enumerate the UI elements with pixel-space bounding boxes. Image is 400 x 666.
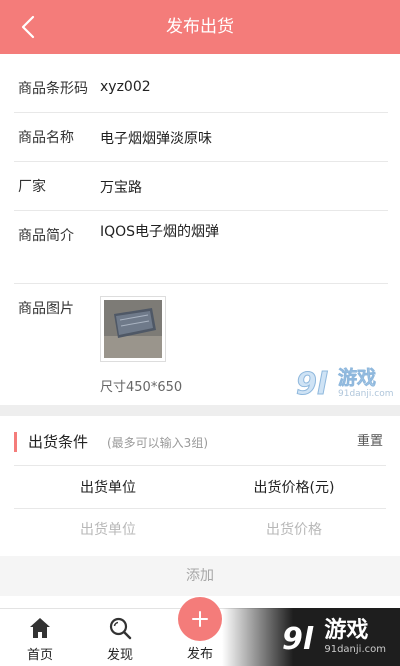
tab-home-label: 首页 [26,648,53,663]
barcode-label: 商品条形码 [18,81,88,97]
tab-home[interactable]: 首页 [10,609,70,666]
intro-label: 商品简介 [18,228,74,244]
divider [14,508,386,509]
app-header: 发布出货 [0,0,400,54]
product-name-value[interactable]: 电子烟烟弹淡原味 [100,128,212,148]
section-divider [0,405,400,416]
product-image[interactable] [100,296,166,362]
intro-row: 商品简介 IQOS电子烟的烟弹 [14,211,388,284]
tab-publish-label: 发布 [186,647,213,662]
svg-text:9l: 9l [282,622,314,657]
watermark-text: 游戏 [324,618,369,643]
image-label: 商品图片 [18,301,74,317]
barcode-value[interactable]: xyz002 [100,79,151,95]
maker-label: 厂家 [18,179,46,195]
add-button[interactable]: 添加 [0,556,400,596]
reset-button[interactable]: 重置 [357,432,383,452]
page-title: 发布出货 [166,17,234,37]
plus-icon [192,611,208,627]
home-icon [30,618,50,638]
watermark-badge: 9l 游戏 91danji.com [222,608,400,666]
product-name-label: 商品名称 [18,130,74,146]
image-size-note: 尺寸450*650 [100,380,183,395]
price-column-header: 出货价格(元) [253,480,335,496]
svg-text:9l: 9l [296,367,328,402]
unit-column-header: 出货单位 [80,480,136,496]
barcode-row: 商品条形码 xyz002 [14,64,388,113]
price-input[interactable] [214,517,374,543]
product-photo [104,300,162,358]
watermark-logo: 9l [296,367,328,403]
unit-input[interactable] [28,517,188,543]
watermark-site: 91danji.com [324,644,386,655]
watermark: 9l 游戏 91danji.com [296,364,393,402]
tab-discover-label: 发现 [106,648,133,663]
shipping-section-title: 出货条件 [28,433,89,451]
intro-textarea[interactable]: IQOS电子烟的烟弹 [100,221,219,241]
maker-value[interactable]: 万宝路 [100,177,142,197]
watermark-site: 91danji.com [338,388,394,399]
search-icon [109,617,132,640]
divider [14,465,386,466]
tab-discover[interactable]: 发现 [90,609,150,666]
watermark-logo: 9l [282,622,314,657]
publish-button[interactable] [178,597,222,641]
shipping-section-hint: (最多可以输入3组) [107,436,208,450]
maker-row: 厂家 万宝路 [14,162,388,211]
watermark-text: 游戏 [338,366,377,389]
section-accent-bar [14,432,17,452]
product-name-row: 商品名称 电子烟烟弹淡原味 [14,113,388,162]
